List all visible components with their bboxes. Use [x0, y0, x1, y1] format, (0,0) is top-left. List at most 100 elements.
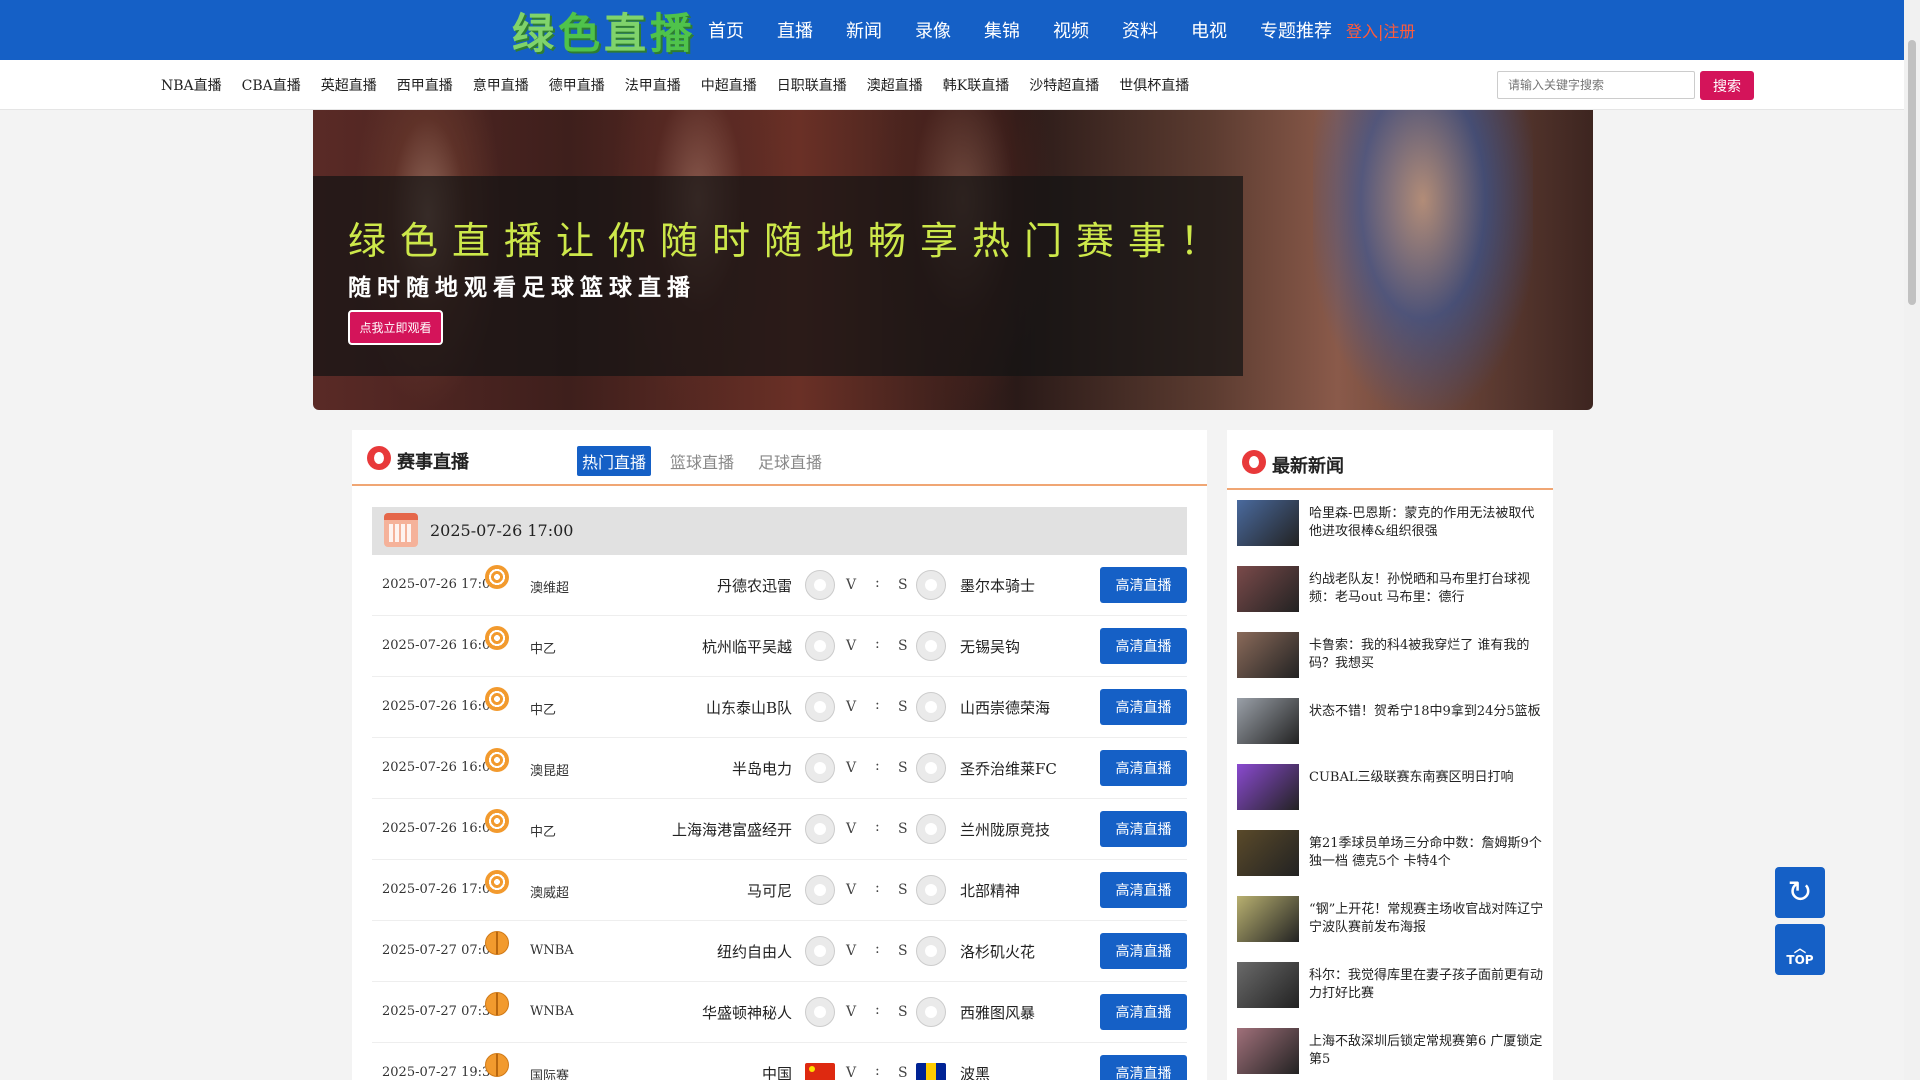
- nav-data[interactable]: 资料: [1122, 17, 1158, 43]
- news-headline[interactable]: 哈里森-巴恩斯：蒙克的作用无法被取代 他进攻很棒&组织很强: [1309, 505, 1545, 541]
- news-title: 最新新闻: [1272, 456, 1344, 477]
- home-team-logo: [805, 692, 835, 722]
- score-separator: :: [875, 1063, 880, 1079]
- news-item[interactable]: 约战老队友！孙悦晒和马布里打台球视频：老马out 马布里：德行: [1237, 566, 1547, 632]
- home-team: 上海海港富盛经开: [671, 821, 792, 839]
- back-to-top-button[interactable]: ︿ TOP: [1775, 924, 1825, 975]
- nav-home[interactable]: 首页: [708, 17, 744, 43]
- news-thumbnail[interactable]: [1237, 830, 1299, 876]
- league-link[interactable]: 澳超直播: [867, 75, 923, 95]
- match-row: 2025-07-26 16:00 中乙 杭州临平吴越 V: S 无锡吴钩 高清直播: [372, 616, 1187, 677]
- news-item[interactable]: 第21季球员单场三分命中数：詹姆斯9个独一档 德克5个 卡特4个: [1237, 830, 1547, 896]
- news-item[interactable]: CUBAL三级联赛东南赛区明日打响: [1237, 764, 1547, 830]
- tab-football-live[interactable]: 足球直播: [753, 446, 827, 476]
- nav-tv[interactable]: 电视: [1191, 17, 1227, 43]
- hd-live-button[interactable]: 高清直播: [1100, 750, 1187, 786]
- news-headline[interactable]: 卡鲁索：我的科4被我穿烂了 谁有我的码？我想买: [1309, 637, 1545, 673]
- league-link[interactable]: 中超直播: [701, 75, 757, 95]
- news-thumbnail[interactable]: [1237, 962, 1299, 1008]
- away-team: 山西崇德荣海: [960, 699, 1051, 717]
- basketball-icon: [485, 1053, 509, 1077]
- news-item[interactable]: “钢”上开花！常规赛主场收官战对阵辽宁宁波队赛前发布海报: [1237, 896, 1547, 962]
- hd-live-button[interactable]: 高清直播: [1100, 811, 1187, 847]
- hero-banner[interactable]: 绿色直播让你随时随地畅享热门赛事！ 随时随地观看足球篮球直播 点我立即观看: [313, 110, 1593, 410]
- nav-highlights[interactable]: 集锦: [984, 17, 1020, 43]
- away-team: 圣乔治维莱FC: [960, 760, 1057, 778]
- hd-live-button[interactable]: 高清直播: [1100, 933, 1187, 969]
- news-headline[interactable]: 第21季球员单场三分命中数：詹姆斯9个独一档 德克5个 卡特4个: [1309, 835, 1545, 871]
- news-headline[interactable]: 状态不错！贺希宁18中9拿到24分5篮板: [1309, 703, 1545, 721]
- league-link[interactable]: 英超直播: [321, 75, 377, 95]
- page-scrollbar[interactable]: [1904, 0, 1920, 1080]
- score-separator: :: [875, 941, 880, 957]
- news-thumbnail[interactable]: [1237, 632, 1299, 678]
- hd-live-button[interactable]: 高清直播: [1100, 689, 1187, 725]
- away-team: 洛杉矶火花: [960, 943, 1036, 961]
- news-thumbnail[interactable]: [1237, 1028, 1299, 1074]
- nav-video[interactable]: 视频: [1053, 17, 1089, 43]
- league-name: 中乙: [530, 703, 557, 718]
- league-link[interactable]: 沙特超直播: [1029, 75, 1099, 95]
- away-team-logo: [916, 753, 946, 783]
- search-input[interactable]: [1497, 71, 1695, 99]
- league-link[interactable]: 世俱杯直播: [1119, 75, 1189, 95]
- home-team-logo: [805, 814, 835, 844]
- nav-replay[interactable]: 录像: [915, 17, 951, 43]
- match-time: 2025-07-26 16:00: [382, 699, 499, 714]
- league-link[interactable]: CBA直播: [242, 75, 301, 95]
- league-link[interactable]: 法甲直播: [625, 75, 681, 95]
- away-team: 西雅图风暴: [960, 1004, 1036, 1022]
- home-team-logo: [805, 631, 835, 661]
- nav-live[interactable]: 直播: [777, 17, 813, 43]
- tab-hot-live[interactable]: 热门直播: [577, 446, 652, 476]
- news-headline[interactable]: 约战老队友！孙悦晒和马布里打台球视频：老马out 马布里：德行: [1309, 571, 1545, 607]
- league-link[interactable]: 西甲直播: [397, 75, 453, 95]
- site-logo[interactable]: 绿 色 直 播: [512, 6, 694, 58]
- search-button[interactable]: 搜索: [1700, 71, 1754, 100]
- news-item[interactable]: 哈里森-巴恩斯：蒙克的作用无法被取代 他进攻很棒&组织很强: [1237, 500, 1547, 566]
- league-link[interactable]: 德甲直播: [549, 75, 605, 95]
- hd-live-button[interactable]: 高清直播: [1100, 994, 1187, 1030]
- news-headline[interactable]: 上海不敌深圳后锁定常规赛第6 广厦锁定第5: [1309, 1033, 1545, 1069]
- league-link[interactable]: 日职联直播: [777, 75, 847, 95]
- vs-marker: S: [898, 882, 908, 898]
- login-register-link[interactable]: 登入|注册: [1346, 18, 1415, 42]
- refresh-button[interactable]: ↻: [1775, 867, 1825, 918]
- top-label: TOP: [1786, 952, 1814, 967]
- match-row: 2025-07-26 16:00 中乙 上海海港富盛经开 V: S 兰州陇原竞技 高清直播: [372, 799, 1187, 860]
- news-thumbnail[interactable]: [1237, 764, 1299, 810]
- scrollbar-thumb[interactable]: [1908, 40, 1916, 305]
- vs-marker: V: [846, 699, 857, 715]
- hd-live-button[interactable]: 高清直播: [1100, 628, 1187, 664]
- league-link[interactable]: 意甲直播: [473, 75, 529, 95]
- score-separator: :: [875, 636, 880, 652]
- nav-specials[interactable]: 专题推荐: [1260, 17, 1332, 43]
- hd-live-button[interactable]: 高清直播: [1100, 567, 1187, 603]
- news-thumbnail[interactable]: [1237, 896, 1299, 942]
- news-thumbnail[interactable]: [1237, 698, 1299, 744]
- league-link[interactable]: NBA直播: [161, 75, 222, 95]
- news-headline[interactable]: 科尔：我觉得库里在妻子孩子面前更有动力打好比赛: [1309, 967, 1545, 1003]
- news-item[interactable]: 科尔：我觉得库里在妻子孩子面前更有动力打好比赛: [1237, 962, 1547, 1028]
- news-headline[interactable]: CUBAL三级联赛东南赛区明日打响: [1309, 769, 1545, 787]
- match-time: 2025-07-26 16:00: [382, 638, 499, 653]
- news-item[interactable]: 卡鲁索：我的科4被我穿烂了 谁有我的码？我想买: [1237, 632, 1547, 698]
- nav-news[interactable]: 新闻: [846, 17, 882, 43]
- news-thumbnail[interactable]: [1237, 566, 1299, 612]
- vs-marker: S: [898, 760, 908, 776]
- watch-now-button[interactable]: 点我立即观看: [348, 310, 443, 345]
- football-icon: [485, 626, 509, 650]
- logo-char: 色: [558, 8, 603, 58]
- league-link[interactable]: 韩K联直播: [943, 75, 1009, 95]
- home-team-logo: [805, 570, 835, 600]
- news-thumbnail[interactable]: [1237, 500, 1299, 546]
- tab-basketball-live[interactable]: 篮球直播: [665, 446, 739, 476]
- news-item[interactable]: 上海不敌深圳后锁定常规赛第6 广厦锁定第5: [1237, 1028, 1547, 1080]
- hd-live-button[interactable]: 高清直播: [1100, 1055, 1187, 1080]
- news-item[interactable]: 状态不错！贺希宁18中9拿到24分5篮板: [1237, 698, 1547, 764]
- hd-live-button[interactable]: 高清直播: [1100, 872, 1187, 908]
- news-headline[interactable]: “钢”上开花！常规赛主场收官战对阵辽宁宁波队赛前发布海报: [1309, 901, 1545, 937]
- logo-char: 播: [650, 8, 695, 58]
- sport-tabs: 热门直播 篮球直播 足球直播: [577, 446, 841, 476]
- football-icon: [485, 565, 509, 589]
